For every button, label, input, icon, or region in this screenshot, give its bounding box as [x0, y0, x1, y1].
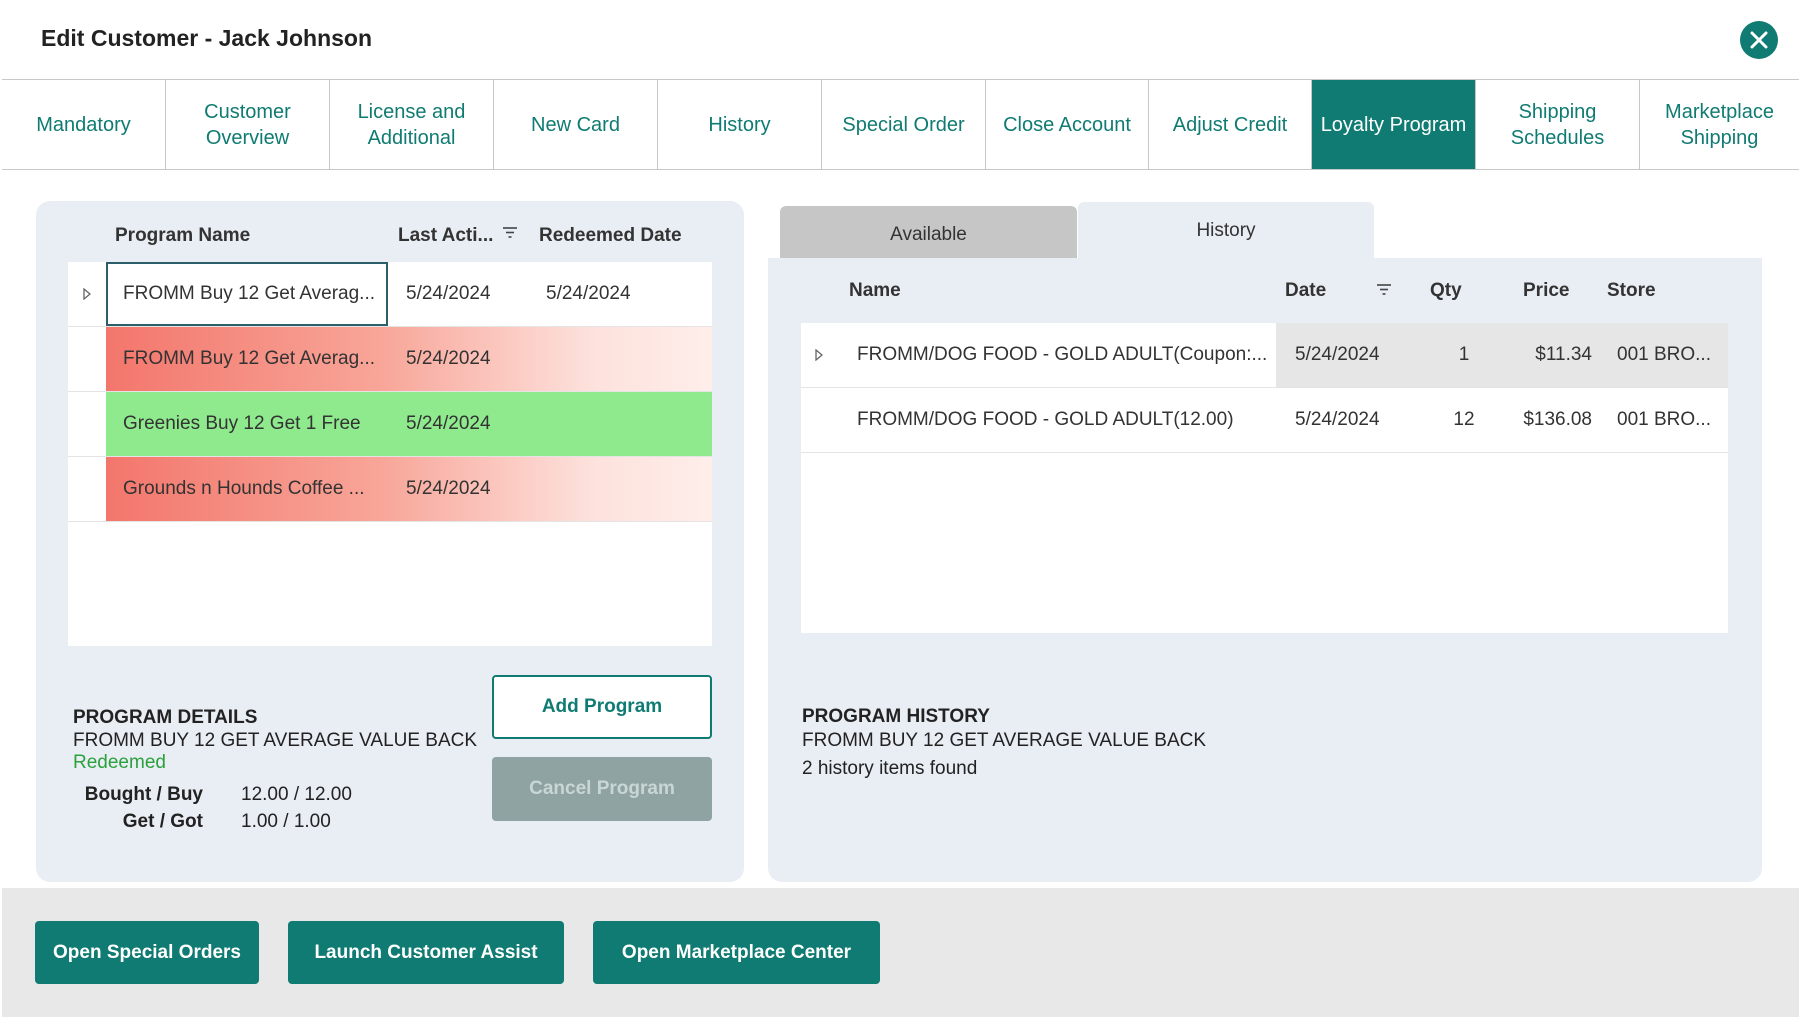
row-expander[interactable]: [68, 262, 106, 326]
close-button[interactable]: [1740, 21, 1778, 59]
tab-new-card[interactable]: New Card: [494, 80, 658, 169]
tab-loyalty-program[interactable]: Loyalty Program: [1312, 80, 1476, 169]
tab-license-and-additional[interactable]: License and Additional: [330, 80, 494, 169]
column-header-redeemed-date[interactable]: Redeemed Date: [539, 225, 682, 247]
title-bar: Edit Customer - Jack Johnson: [0, 0, 1799, 80]
last-activity-date: 5/24/2024: [406, 413, 491, 434]
row-gutter: [68, 327, 106, 391]
open-special-orders-button[interactable]: Open Special Orders: [35, 921, 259, 984]
tab-customer-overview[interactable]: Customer Overview: [166, 80, 330, 169]
item-price: $136.08: [1523, 409, 1592, 430]
program-status: Redeemed: [73, 752, 166, 773]
program-name: Grounds n Hounds Coffee ...: [123, 478, 365, 499]
program-history-name: FROMM BUY 12 GET AVERAGE VALUE BACK: [802, 730, 1207, 751]
item-date: 5/24/2024: [1295, 409, 1380, 430]
row-gutter: [68, 457, 106, 521]
item-price: $11.34: [1535, 344, 1592, 365]
open-marketplace-center-button[interactable]: Open Marketplace Center: [593, 921, 880, 984]
table-row[interactable]: Grounds n Hounds Coffee ... 5/24/2024: [68, 457, 712, 522]
program-details-name: FROMM BUY 12 GET AVERAGE VALUE BACK: [73, 730, 478, 751]
tab-history-sub[interactable]: History: [1078, 202, 1374, 260]
program-history-details: PROGRAM HISTORY FROMM BUY 12 GET AVERAGE…: [802, 705, 1206, 781]
tab-history[interactable]: History: [658, 80, 822, 169]
column-header-qty[interactable]: Qty: [1430, 280, 1462, 302]
item-qty: 12: [1453, 409, 1475, 430]
item-name: FROMM/DOG FOOD - GOLD ADULT(Coupon:...: [857, 344, 1268, 365]
column-header-date[interactable]: Date: [1285, 280, 1326, 302]
row-gutter: [68, 392, 106, 456]
tab-mandatory[interactable]: Mandatory: [2, 80, 166, 169]
tab-special-order[interactable]: Special Order: [822, 80, 986, 169]
get-got-value: 1.00 / 1.00: [241, 811, 331, 832]
table-row[interactable]: FROMM Buy 12 Get Averag... 5/24/2024 5/2…: [68, 262, 712, 327]
add-program-button[interactable]: Add Program: [492, 675, 712, 739]
programs-grid-header: Program Name Last Acti... Redeemed Date: [36, 201, 744, 261]
table-row[interactable]: FROMM Buy 12 Get Averag... 5/24/2024: [68, 327, 712, 392]
program-name: Greenies Buy 12 Get 1 Free: [123, 413, 361, 434]
main-tabs: Mandatory Customer Overview License and …: [2, 79, 1799, 170]
tab-marketplace-shipping[interactable]: Marketplace Shipping: [1640, 80, 1799, 169]
column-header-program-name[interactable]: Program Name: [115, 225, 250, 247]
sort-filter-icon[interactable]: [1377, 284, 1391, 296]
last-activity-date: 5/24/2024: [406, 283, 491, 304]
programs-panel: Program Name Last Acti... Redeemed Date …: [36, 201, 744, 882]
column-header-store[interactable]: Store: [1607, 280, 1656, 302]
column-header-last-activity[interactable]: Last Acti...: [398, 225, 493, 247]
history-grid: FROMM/DOG FOOD - GOLD ADULT(Coupon:... 5…: [801, 323, 1728, 633]
program-details-header: PROGRAM DETAILS: [73, 707, 258, 728]
item-name: FROMM/DOG FOOD - GOLD ADULT(12.00): [857, 409, 1234, 430]
column-header-price[interactable]: Price: [1523, 280, 1569, 302]
redeemed-date: 5/24/2024: [546, 283, 631, 304]
table-row[interactable]: Greenies Buy 12 Get 1 Free 5/24/2024: [68, 392, 712, 457]
footer-bar: Open Special Orders Launch Customer Assi…: [2, 888, 1799, 1017]
item-qty: 1: [1458, 344, 1470, 365]
expand-arrow-icon: [83, 288, 91, 300]
program-name: FROMM Buy 12 Get Averag...: [123, 348, 376, 369]
bought-buy-value: 12.00 / 12.00: [241, 784, 352, 805]
get-got-row: Get / Got 1.00 / 1.00: [73, 811, 563, 837]
cancel-program-button: Cancel Program: [492, 757, 712, 821]
history-grid-header: Name Date Qty Price Store: [768, 258, 1762, 323]
loyalty-program-content: Program Name Last Acti... Redeemed Date …: [2, 170, 1799, 888]
tab-available[interactable]: Available: [780, 206, 1077, 263]
window-title: Edit Customer - Jack Johnson: [41, 25, 373, 51]
tab-close-account[interactable]: Close Account: [986, 80, 1149, 169]
bought-buy-label: Bought / Buy: [84, 784, 203, 805]
item-store: 001 BRO...: [1617, 409, 1711, 430]
table-row[interactable]: FROMM/DOG FOOD - GOLD ADULT(Coupon:... 5…: [801, 323, 1728, 388]
programs-grid: FROMM Buy 12 Get Averag... 5/24/2024 5/2…: [68, 262, 712, 646]
history-count: 2 history items found: [802, 758, 978, 779]
history-panel: Name Date Qty Price Store FROMM/DOG FOOD…: [768, 258, 1762, 882]
sort-filter-icon[interactable]: [503, 227, 517, 239]
launch-customer-assist-button[interactable]: Launch Customer Assist: [288, 921, 564, 984]
item-date: 5/24/2024: [1295, 344, 1380, 365]
bought-buy-row: Bought / Buy 12.00 / 12.00: [73, 784, 563, 810]
program-history-header: PROGRAM HISTORY: [802, 706, 990, 727]
item-store: 001 BRO...: [1617, 344, 1711, 365]
close-icon: [1750, 31, 1768, 49]
tab-adjust-credit[interactable]: Adjust Credit: [1149, 80, 1312, 169]
last-activity-date: 5/24/2024: [406, 348, 491, 369]
tab-shipping-schedules[interactable]: Shipping Schedules: [1476, 80, 1640, 169]
column-header-name[interactable]: Name: [849, 280, 901, 302]
expand-arrow-icon[interactable]: [815, 349, 823, 361]
last-activity-date: 5/24/2024: [406, 478, 491, 499]
program-details: PROGRAM DETAILS FROMM BUY 12 GET AVERAGE…: [73, 707, 477, 774]
table-row[interactable]: FROMM/DOG FOOD - GOLD ADULT(12.00) 5/24/…: [801, 388, 1728, 453]
get-got-label: Get / Got: [122, 811, 203, 832]
program-name: FROMM Buy 12 Get Averag...: [123, 283, 376, 304]
